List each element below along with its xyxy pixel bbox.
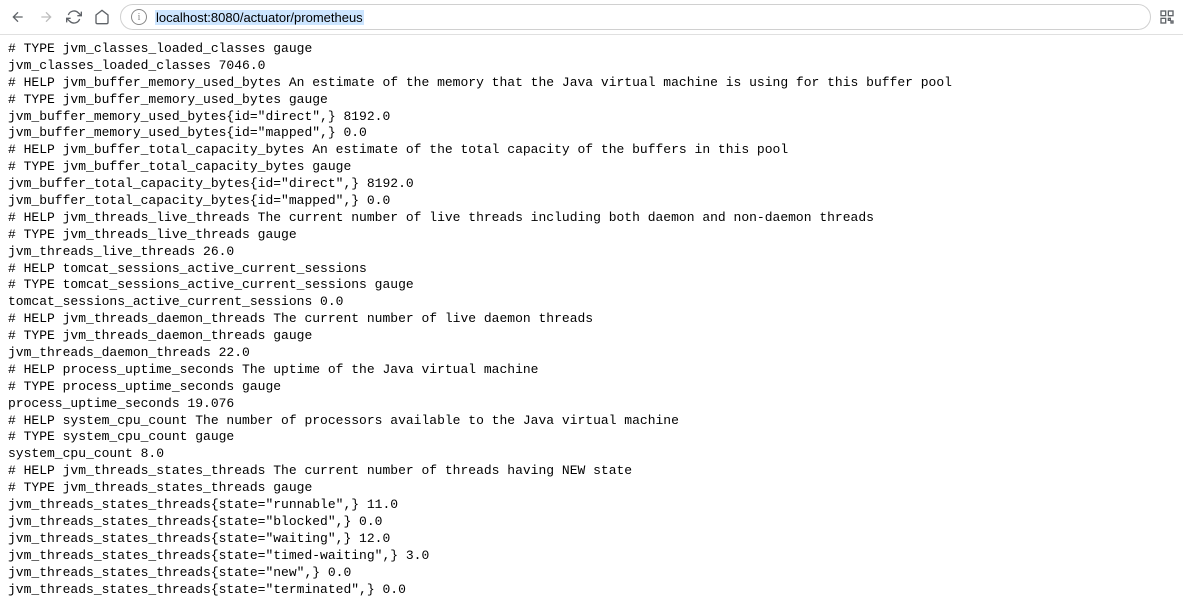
url-text: localhost:8080/actuator/prometheus [155,10,364,25]
home-button[interactable] [92,7,112,27]
forward-button[interactable] [36,7,56,27]
qr-icon[interactable] [1159,9,1175,25]
back-button[interactable] [8,7,28,27]
metrics-output: # TYPE jvm_classes_loaded_classes gauge … [0,35,1183,604]
site-info-icon[interactable]: i [131,9,147,25]
browser-toolbar: i localhost:8080/actuator/prometheus [0,0,1183,35]
reload-button[interactable] [64,7,84,27]
address-bar[interactable]: i localhost:8080/actuator/prometheus [120,4,1151,30]
